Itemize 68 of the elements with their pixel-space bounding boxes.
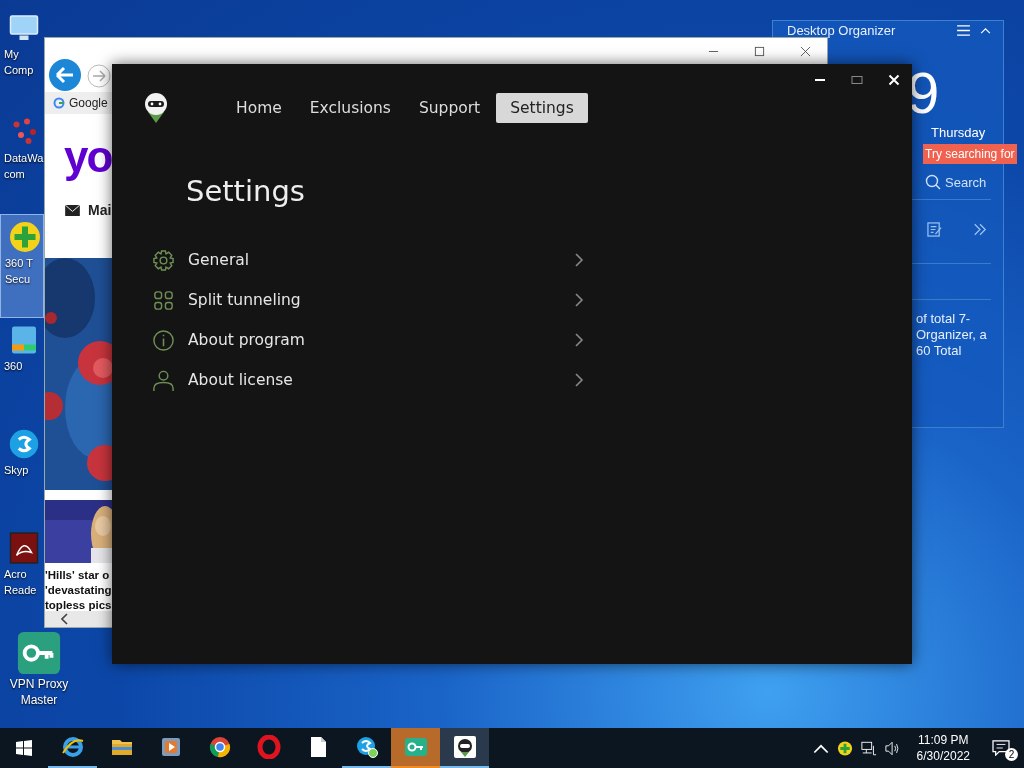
shortcut-label: My Comp — [4, 47, 35, 78]
maximize-icon[interactable] — [851, 74, 863, 86]
robot-logo-icon[interactable] — [143, 92, 169, 124]
shortcut-label: VPN Proxy Master — [8, 676, 70, 708]
ring-icon — [256, 735, 281, 759]
plus-circle-icon[interactable] — [836, 740, 853, 756]
desktop-shortcut[interactable]: My Comp — [0, 6, 44, 110]
search-button[interactable]: Search — [925, 174, 987, 190]
widget-paragraph: of total 7- Organizer, a 60 Total — [916, 311, 987, 359]
maximize-icon[interactable] — [754, 46, 765, 57]
horizontal-scrollbar[interactable] — [45, 611, 113, 627]
double-chevron-icon[interactable] — [973, 222, 987, 237]
g-logo-icon — [53, 97, 65, 109]
widget-title: Desktop Organizer — [787, 23, 897, 38]
desktop-shortcut[interactable]: Skyp — [0, 422, 44, 526]
shortcut-label: Skyp — [4, 463, 30, 478]
chevron-icon — [574, 292, 584, 308]
plus-circle-icon — [7, 219, 43, 255]
settings-item[interactable]: About program — [152, 328, 584, 352]
page-title: Settings — [186, 174, 306, 208]
tooltip: Try searching for — [923, 144, 1017, 164]
settings-item[interactable]: General — [152, 248, 584, 272]
chevron-icon — [574, 332, 584, 348]
mail-icon — [65, 204, 80, 216]
nav-tab[interactable]: Home — [224, 93, 294, 123]
settings-item[interactable]: About license — [152, 368, 584, 392]
search-icon — [925, 174, 941, 190]
mail-link[interactable]: Mai — [88, 202, 112, 218]
site-logo[interactable]: yo — [64, 132, 112, 182]
nav-tab[interactable]: Settings — [496, 93, 588, 123]
settings-item[interactable]: Split tunneling — [152, 288, 584, 312]
caret-icon[interactable] — [980, 27, 991, 34]
back-button[interactable] — [48, 58, 82, 92]
menu-icon[interactable] — [957, 25, 970, 36]
news-headline[interactable]: 'Hills' star o 'devastating topless pics — [45, 568, 112, 613]
nav-tab[interactable]: Exclusions — [297, 93, 403, 123]
shortcut-label: DataWa com — [4, 151, 44, 182]
desktop-shortcut[interactable]: 360 T Secu — [0, 214, 44, 318]
chevron-icon — [574, 372, 584, 388]
message-icon[interactable] — [992, 740, 1010, 756]
browser-tab[interactable]: Google — [45, 92, 113, 114]
desktop-shortcut[interactable]: DataWa com — [0, 110, 44, 214]
speaker-icon[interactable] — [884, 740, 901, 756]
shortcut-label: 360 T Secu — [5, 256, 34, 287]
key-icon — [16, 630, 62, 676]
weekday-label: Thursday — [931, 125, 986, 140]
globe-e-icon — [60, 735, 85, 759]
close-icon[interactable] — [800, 46, 811, 57]
nav-tab[interactable]: Support — [406, 93, 493, 123]
note-icon[interactable] — [927, 222, 942, 237]
clock-button[interactable]: 11:09 PM 6/30/2022 — [908, 732, 978, 764]
chrome-icon — [207, 735, 232, 759]
network-icon[interactable] — [860, 740, 877, 756]
forward-button[interactable] — [87, 64, 111, 88]
gear-icon — [152, 248, 175, 272]
person-icon — [152, 368, 175, 392]
notification-badge: 2 — [1005, 748, 1018, 761]
robot-icon — [452, 735, 477, 759]
chat-icon — [354, 735, 379, 759]
taskbar-app[interactable] — [440, 728, 489, 768]
chevron-icon — [574, 252, 584, 268]
key-icon — [403, 735, 428, 759]
grid-icon — [152, 288, 175, 312]
shortcut-label: 360 — [4, 359, 24, 374]
windows-logo-icon — [16, 740, 32, 756]
shortcut-label: Acro Reade — [4, 567, 38, 598]
info-icon — [152, 328, 175, 352]
desktop-shortcut[interactable]: 360 — [0, 318, 44, 422]
